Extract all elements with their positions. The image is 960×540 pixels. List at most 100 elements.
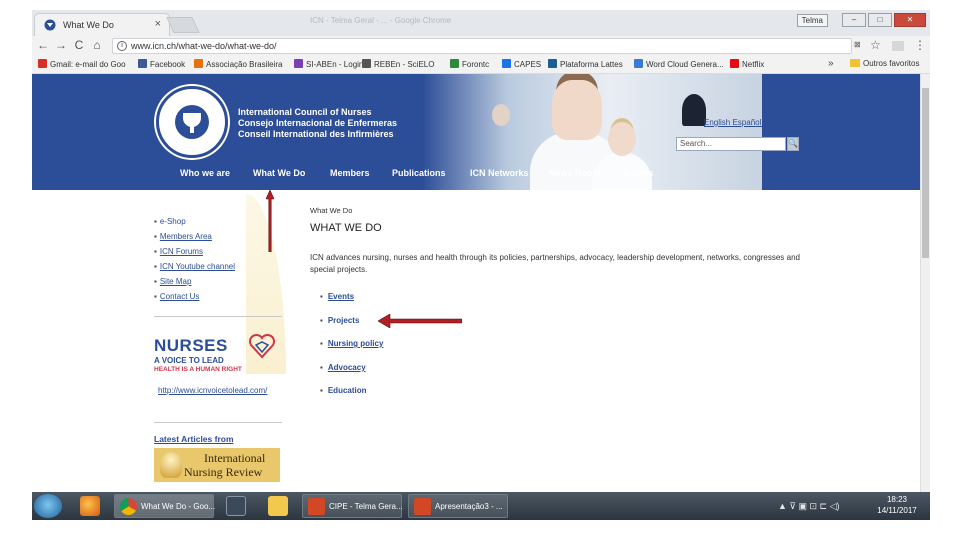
forward-button[interactable]: → — [54, 38, 68, 52]
inr-title-line1: International — [204, 451, 266, 465]
tab-title: What We Do — [63, 20, 114, 30]
annotation-arrow-up-icon — [266, 190, 274, 252]
bookmarks-bar: Gmail: e-mail do Goo Facebook Associação… — [32, 56, 930, 74]
nav-icn-networks[interactable]: ICN Networks — [470, 168, 529, 178]
si-aben-icon — [294, 59, 303, 68]
sidebar: ▪ e-Shop ▪ Members Area ▪ ICN Forums ▪ ICN Y… — [154, 214, 284, 304]
sidebar-link-youtube[interactable]: ▪ ICN Youtube channel — [154, 259, 284, 274]
annotation-arrow-left-icon — [378, 314, 462, 328]
bookmark-lattes[interactable]: Plataforma Lattes — [548, 59, 623, 69]
reben-icon — [362, 59, 371, 68]
more-bookmarks-icon[interactable]: » — [828, 58, 834, 69]
tab-close-icon[interactable]: × — [155, 18, 161, 30]
browser-tab[interactable]: What We Do × — [34, 13, 170, 36]
org-name-es: Consejo Internacional de Enfermeras — [238, 118, 398, 128]
window-controls: – □ ✕ — [842, 13, 926, 27]
url-text: www.icn.ch/what-we-do/what-we-do/ — [131, 41, 277, 51]
search-icon[interactable]: 🔍 — [787, 137, 799, 151]
maximize-button[interactable]: □ — [868, 13, 892, 27]
header-photo-figure — [608, 122, 636, 156]
icn-emblem-icon — [175, 105, 209, 139]
icn-logo[interactable] — [156, 86, 228, 158]
list-item-advocacy[interactable]: ▪ Advocacy — [320, 363, 366, 372]
org-names: International Council of Nurses Consejo … — [238, 107, 397, 140]
taskbar-task-powerpoint-cipe[interactable]: CIPE - Telma Gera... — [302, 494, 403, 518]
sidebar-link-members-area[interactable]: ▪ Members Area — [154, 229, 284, 244]
campaign-line2: HEALTH IS A HUMAN RIGHT — [154, 366, 242, 373]
reload-button[interactable]: C — [72, 38, 86, 52]
sidebar-link-eshop[interactable]: ▪ e-Shop — [154, 214, 284, 229]
nav-what-we-do[interactable]: What We Do — [253, 168, 305, 178]
gmail-icon — [38, 59, 47, 68]
new-tab-button[interactable] — [166, 17, 200, 33]
lamp-silhouette-icon — [682, 94, 706, 126]
breadcrumb[interactable]: What We Do — [310, 206, 352, 215]
nav-events[interactable]: Events — [624, 168, 654, 178]
scrollbar-thumb[interactable] — [922, 88, 929, 258]
site-header: International Council of Nurses Consejo … — [32, 74, 920, 190]
sidebar-link-icn-forums[interactable]: ▪ ICN Forums — [154, 244, 284, 259]
bookmark-forontc[interactable]: Forontc — [450, 59, 489, 69]
bookmark-si-aben[interactable]: SI-ABEn - Login — [294, 59, 363, 69]
bookmark-capes[interactable]: CAPES — [502, 59, 541, 69]
system-tray[interactable]: ▲ ⊽ ▣ ⊡ ⊏ ◁) — [778, 501, 840, 512]
home-button[interactable]: ⌂ — [90, 38, 104, 52]
address-bar[interactable]: i www.icn.ch/what-we-do/what-we-do/ — [112, 38, 852, 54]
screenshot: What We Do × ICN - Telma Geral - ... - G… — [32, 10, 930, 520]
nav-who-we-are[interactable]: Who we are — [180, 168, 230, 178]
language-links[interactable]: English Español Français — [704, 118, 794, 127]
bookmark-reben[interactable]: REBEn - SciELO — [362, 59, 434, 69]
facebook-icon — [138, 59, 147, 68]
media-player-icon[interactable] — [226, 496, 246, 516]
minimize-button[interactable]: – — [842, 13, 866, 27]
nav-news-room[interactable]: News Room — [549, 168, 601, 178]
heart-icon — [248, 333, 276, 359]
list-item-events[interactable]: ▪ Events — [320, 292, 354, 301]
nurses-campaign-banner[interactable]: NURSES A VOICE TO LEAD HEALTH IS A HUMAN… — [152, 333, 302, 384]
list-item-education[interactable]: ▪ Education — [320, 386, 367, 395]
browser-toolbar: ← → C ⌂ i www.icn.ch/what-we-do/what-we-… — [32, 36, 930, 56]
forontc-icon — [450, 59, 459, 68]
bookmark-netflix[interactable]: Netflix — [730, 59, 764, 69]
taskbar-clock[interactable]: 18:23 14/11/2017 — [872, 494, 922, 516]
other-bookmarks[interactable]: Outros favoritos — [850, 59, 919, 68]
bookmark-wordcloud[interactable]: Word Cloud Genera... — [634, 59, 724, 69]
sidebar-link-site-map[interactable]: ▪ Site Map — [154, 274, 284, 289]
bookmark-facebook[interactable]: Facebook — [138, 59, 185, 69]
window-title: ICN - Telma Geral - ... - Google Chrome — [310, 16, 452, 25]
header-photo-figure — [492, 104, 510, 126]
nav-publications[interactable]: Publications — [392, 168, 446, 178]
page-scrollbar[interactable] — [920, 74, 930, 492]
bookmark-star-icon[interactable]: ☆ — [870, 38, 881, 52]
inr-banner[interactable]: International Nursing Review — [154, 448, 280, 482]
web-page: International Council of Nurses Consejo … — [32, 74, 930, 492]
taskbar-task-chrome[interactable]: What We Do - Goo... — [114, 494, 215, 518]
sidebar-divider — [154, 316, 282, 317]
list-item-nursing-policy[interactable]: ▪ Nursing policy — [320, 339, 383, 348]
bookmark-associacao[interactable]: Associação Brasileira — [194, 59, 282, 69]
start-button[interactable] — [34, 494, 62, 518]
bookmark-gmail[interactable]: Gmail: e-mail do Goo — [38, 59, 126, 69]
site-search-input[interactable]: Search... — [676, 137, 786, 151]
translate-icon[interactable]: ⊠ — [854, 40, 861, 49]
nav-members[interactable]: Members — [330, 168, 370, 178]
site-info-icon[interactable]: i — [117, 41, 127, 51]
latest-articles-link[interactable]: Latest Articles from — [154, 434, 234, 444]
netflix-icon — [730, 59, 739, 68]
extension-icon[interactable] — [892, 41, 904, 51]
intro-paragraph: ICN advances nursing, nurses and health … — [310, 253, 800, 274]
windows-taskbar: What We Do - Goo... CIPE - Telma Gera...… — [32, 492, 930, 520]
list-item-projects[interactable]: ▪ Projects — [320, 316, 359, 325]
file-explorer-icon[interactable] — [268, 496, 288, 516]
profile-button[interactable]: Telma — [796, 14, 828, 27]
campaign-link[interactable]: http://www.icnvoicetolead.com/ — [158, 386, 267, 395]
taskbar-task-powerpoint-apresentacao[interactable]: Apresentação3 - ... — [408, 494, 508, 518]
chrome-menu-icon[interactable]: ⋮ — [914, 38, 926, 52]
lamp-icon — [160, 452, 182, 478]
back-button[interactable]: ← — [36, 38, 50, 52]
close-window-button[interactable]: ✕ — [894, 13, 926, 27]
firefox-icon[interactable] — [80, 496, 100, 516]
sidebar-link-contact-us[interactable]: ▪ Contact Us — [154, 289, 284, 304]
header-photo-figure — [552, 80, 602, 140]
clock-time: 18:23 — [886, 495, 908, 504]
